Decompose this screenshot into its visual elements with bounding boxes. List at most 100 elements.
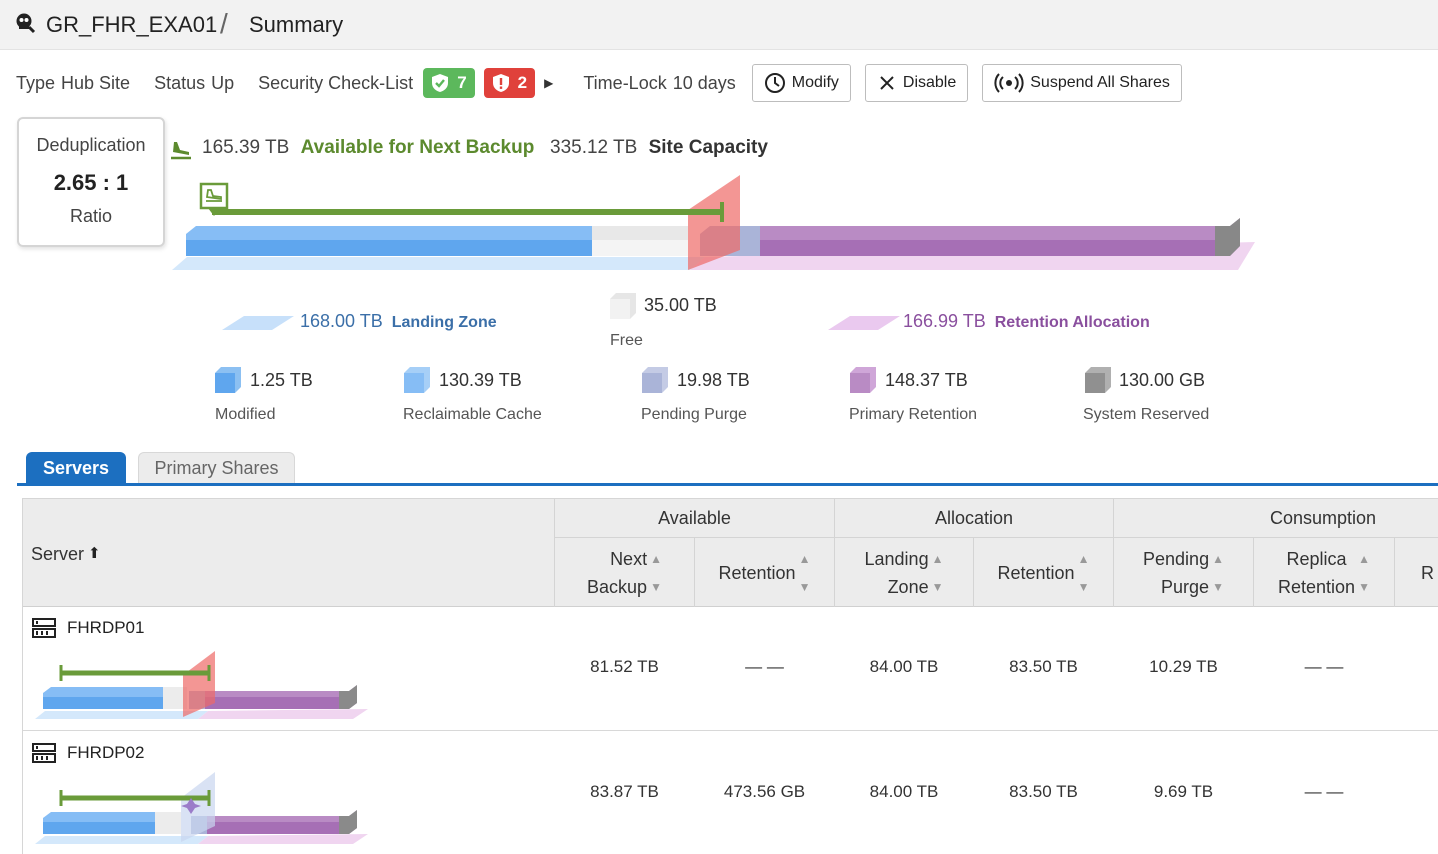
- legend-reclaimable-value: 130.39 TB: [439, 370, 522, 390]
- replica-retention-column-header[interactable]: Replica Retention ▲ ▼: [1254, 537, 1394, 608]
- pending-purge-column-header[interactable]: Pending Purge ▲ ▼: [1114, 537, 1253, 608]
- free-swatch: [610, 293, 636, 319]
- sort-icon: ▲ ▼: [1358, 551, 1370, 594]
- shield-check-icon: [432, 74, 449, 92]
- timelock-label: Time-Lock: [583, 72, 667, 93]
- legend-free-label: Free: [610, 329, 643, 350]
- available-retention-column-header[interactable]: Retention ▲ ▼: [695, 537, 834, 608]
- type-value: Hub Site: [61, 72, 131, 93]
- retention-allocation-value: 166.99 TB: [903, 311, 986, 331]
- site-info-bar: Type Hub Site Status Up Security Check-L…: [16, 64, 1196, 102]
- status-label: Status: [154, 72, 206, 93]
- replica-retention-cell: — —: [1304, 782, 1344, 801]
- server-name-label: FHRDP02: [67, 743, 145, 762]
- pending-purge-header-line2: Purge: [1161, 576, 1210, 597]
- tab-servers[interactable]: Servers: [26, 452, 126, 484]
- security-failed-count: 2: [517, 73, 528, 92]
- next-backup-header-line2: Backup: [587, 576, 648, 597]
- pending-purge-cell: 10.29 TB: [1149, 657, 1218, 676]
- legend-modified-label-wrap: Modified: [215, 403, 275, 424]
- landing-zone-header-line2: Zone: [887, 576, 929, 597]
- suspend-all-shares-label: Suspend All Shares: [1030, 74, 1170, 91]
- server-column-header[interactable]: Server ⬆: [31, 499, 101, 608]
- truncated-column-header[interactable]: R: [1421, 537, 1438, 608]
- legend-system-value: 130.00 GB: [1119, 370, 1206, 390]
- legend-retention-allocation: 166.99 TB Retention Allocation: [903, 311, 1150, 332]
- server-capacity-graphic: [35, 651, 368, 719]
- sort-icon: ▲ ▼: [650, 551, 662, 594]
- server-header-label: Server: [31, 543, 85, 564]
- landing-bar-front: [186, 240, 592, 256]
- deduplication-card: Deduplication 2.65 : 1 Ratio: [17, 117, 165, 247]
- site-name[interactable]: GR_FHR_EXA01: [46, 12, 217, 38]
- sort-icon: ▲ ▼: [798, 551, 811, 594]
- reclaimable-cache-label: Reclaimable Cache: [403, 406, 542, 423]
- type-label: Type: [16, 72, 56, 93]
- security-passed-badge[interactable]: 7: [423, 68, 475, 98]
- available-next-backup-value: 165.39 TB: [202, 137, 290, 158]
- next-backup-column-header[interactable]: Next Backup ▲ ▼: [555, 537, 694, 608]
- modified-label: Modified: [215, 406, 276, 423]
- allocation-retention-cell: 83.50 TB: [1009, 657, 1078, 676]
- available-next-backup: 165.39 TB Available for Next Backup: [202, 137, 534, 159]
- retention-allocation-label: Retention Allocation: [994, 314, 1150, 331]
- disable-button-label: Disable: [902, 74, 957, 91]
- disable-button[interactable]: Disable: [864, 64, 969, 102]
- reclaimable-cache-swatch: [404, 367, 430, 393]
- close-icon: [880, 76, 894, 90]
- replica-retention-header-line2: Retention: [1278, 576, 1356, 597]
- title-bar: GR_FHR_EXA01 / Summary: [0, 0, 1438, 50]
- system-reserved-label: System Reserved: [1083, 406, 1210, 423]
- suspend-all-shares-button[interactable]: Suspend All Shares: [982, 64, 1182, 102]
- tab-underline: [17, 483, 1438, 486]
- table-row[interactable]: FHRDP01 81.52 TB — — 84.00 TB 83.50 TB 1…: [23, 607, 1438, 731]
- legend-system-label-wrap: System Reserved: [1083, 403, 1209, 424]
- server-capacity-graphic: [35, 772, 368, 844]
- legend-pending-label-wrap: Pending Purge: [641, 403, 747, 424]
- legend-primary-value: 148.37 TB: [885, 370, 968, 390]
- deduplication-ratio-label: Ratio: [69, 206, 113, 226]
- available-next-backup-label: Available for Next Backup: [300, 137, 535, 158]
- table-row[interactable]: FHRDP02 83.87 TB 473.56 GB 84.00 TB 83.5…: [23, 732, 1438, 854]
- timelock-value: 10 days: [672, 72, 736, 93]
- available-retention-cell: — —: [745, 657, 784, 676]
- group-consumption-header: Consumption: [1269, 508, 1377, 528]
- retention-allocation-swatch: [828, 316, 900, 330]
- clock-icon: [764, 73, 785, 93]
- expand-caret-icon[interactable]: ▶: [544, 76, 553, 90]
- server-name[interactable]: FHRDP02: [31, 742, 144, 764]
- page-title: Summary: [249, 12, 344, 37]
- modify-button[interactable]: Modify: [751, 64, 851, 102]
- allocation-retention-header-label: Retention: [997, 562, 1075, 583]
- security-passed-count: 7: [457, 73, 467, 92]
- replica-retention-cell: — —: [1304, 657, 1344, 676]
- pending-purge-label: Pending Purge: [641, 406, 747, 423]
- landing-zone-column-header[interactable]: Landing Zone ▲ ▼: [835, 537, 973, 608]
- server-icon: [32, 743, 56, 763]
- server-icon: [32, 618, 56, 638]
- landing-zone-floor: [172, 257, 705, 270]
- tab-primary-shares[interactable]: Primary Shares: [138, 452, 295, 484]
- security-checklist-label: Security Check-List: [258, 72, 414, 93]
- server-name-label: FHRDP01: [67, 618, 145, 637]
- sort-icon: ▲ ▼: [1212, 551, 1224, 594]
- landing-zone-swatch: [222, 316, 294, 330]
- next-backup-cell: 83.87 TB: [590, 782, 659, 801]
- free-segment-front: [592, 240, 688, 256]
- legend-landing-zone: 168.00 TB Landing Zone: [300, 311, 497, 332]
- pending-purge-swatch: [642, 367, 668, 393]
- servers-table: Server ⬆ Available Allocation Consumptio…: [22, 498, 1438, 854]
- security-failed-badge[interactable]: 2: [483, 68, 536, 98]
- capacity-bar-graphic: [172, 175, 1255, 270]
- server-name[interactable]: FHRDP01: [31, 617, 144, 639]
- system-reserved-swatch: [1085, 367, 1111, 393]
- landing-plane-icon: [171, 142, 191, 160]
- landing-zone-header-line1: Landing: [864, 548, 929, 569]
- available-retention-header-label: Retention: [718, 562, 796, 583]
- site-capacity: 335.12 TB Site Capacity: [550, 137, 768, 159]
- available-retention-cell: 473.56 GB: [723, 782, 806, 801]
- legend-primary-label-wrap: Primary Retention: [849, 403, 977, 424]
- allocation-retention-column-header[interactable]: Retention ▲ ▼: [974, 537, 1113, 608]
- pending-purge-cell: 9.69 TB: [1153, 782, 1214, 801]
- legend-free-value: 35.00 TB: [644, 295, 717, 315]
